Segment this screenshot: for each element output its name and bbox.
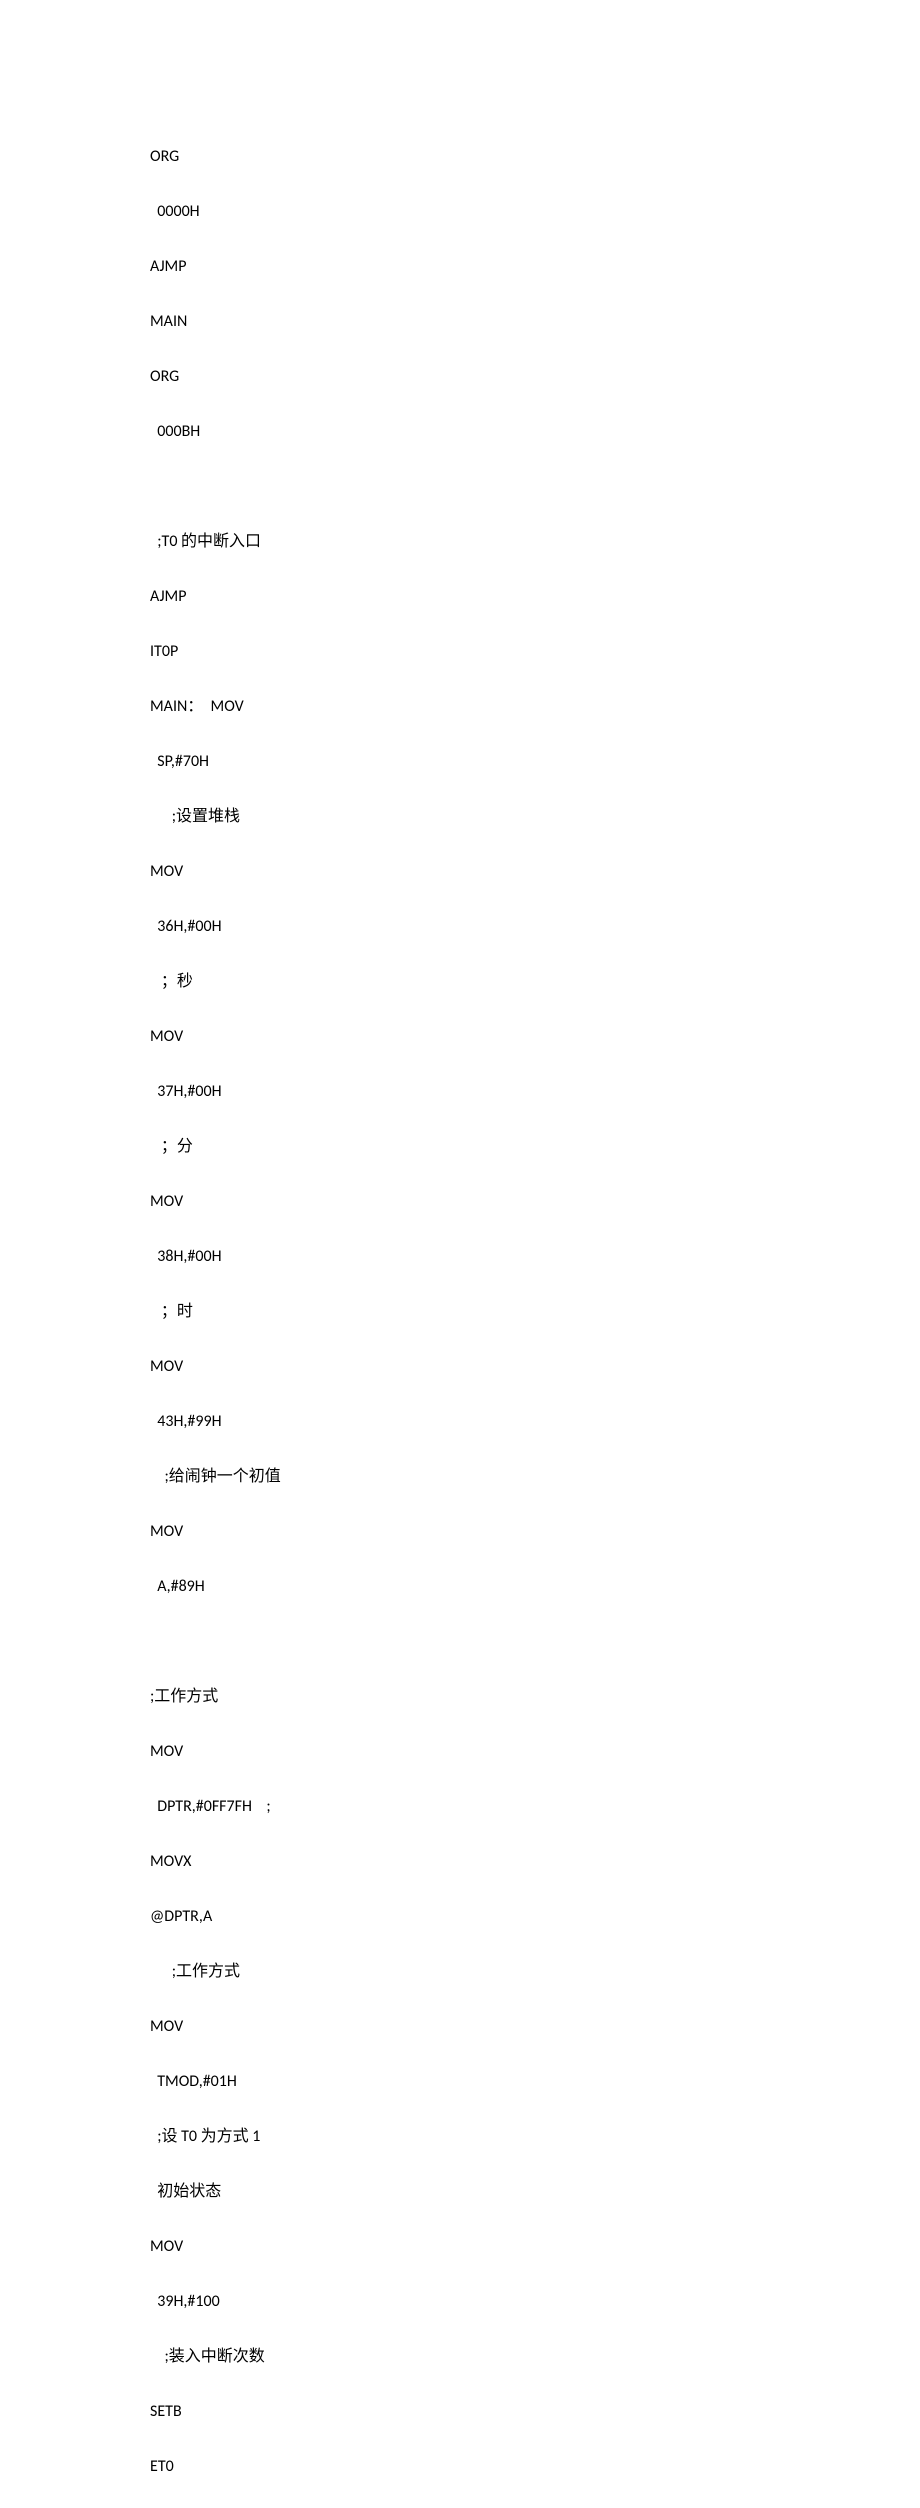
code-line: 38H,#00H — [150, 1243, 920, 1271]
code-line: MOV — [150, 1738, 920, 1766]
code-line: MOV — [150, 1188, 920, 1216]
code-line: ;给闹钟一个初值 — [150, 1463, 920, 1491]
code-line: AJMP — [150, 583, 920, 611]
code-line: AJMP — [150, 253, 920, 281]
code-line: ;设 T0 为方式 1 — [150, 2123, 920, 2151]
code-line: ;T0 的中断入口 — [150, 528, 920, 556]
code-line: 43H,#99H — [150, 1408, 920, 1436]
code-line: MOV — [150, 1023, 920, 1051]
code-line: ET0 — [150, 2453, 920, 2481]
code-line: MOV — [150, 858, 920, 886]
code-line: MAIN： MOV — [150, 693, 920, 721]
code-line: DPTR,#0FF7FH ; — [150, 1793, 920, 1821]
code-line: MOV — [150, 2233, 920, 2261]
code-line: ;设置堆栈 — [150, 803, 920, 831]
code-line: TMOD,#01H — [150, 2068, 920, 2096]
code-line: MOV — [150, 1353, 920, 1381]
code-line: ORG — [150, 363, 920, 391]
code-line — [150, 473, 920, 501]
code-line: ;工作方式 — [150, 1683, 920, 1711]
code-line: 39H,#100 — [150, 2288, 920, 2316]
code-line: 36H,#00H — [150, 913, 920, 941]
code-line: ;工作方式 — [150, 1958, 920, 1986]
code-line: MOVX — [150, 1848, 920, 1876]
code-line: IT0P — [150, 638, 920, 666]
code-line: MOV — [150, 1518, 920, 1546]
code-line: ；秒 — [150, 968, 920, 996]
code-line: ；分 — [150, 1133, 920, 1161]
code-line: MAIN — [150, 308, 920, 336]
code-line: ;装入中断次数 — [150, 2343, 920, 2371]
code-line: @DPTR,A — [150, 1903, 920, 1931]
code-line: 0000H — [150, 198, 920, 226]
code-line: SETB — [150, 2398, 920, 2426]
document-page: ORG 0000H AJMP MAIN ORG 000BH ;T0 的中断入口 … — [0, 0, 920, 2508]
code-line: 37H,#00H — [150, 1078, 920, 1106]
code-line: SP,#70H — [150, 748, 920, 776]
code-line: MOV — [150, 2013, 920, 2041]
code-line — [150, 1628, 920, 1656]
code-line: ORG — [150, 143, 920, 171]
code-line: 000BH — [150, 418, 920, 446]
code-line: 初始状态 — [150, 2178, 920, 2206]
code-line: A,#89H — [150, 1573, 920, 1601]
